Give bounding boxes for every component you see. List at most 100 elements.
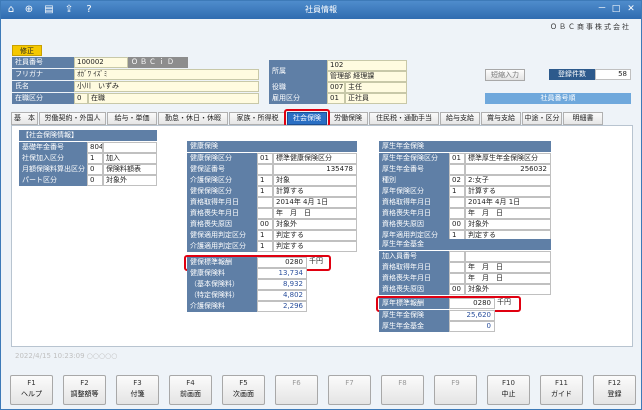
- fkey-f3[interactable]: F3 付箋: [116, 375, 159, 405]
- close-icon[interactable]: ✕: [624, 3, 638, 16]
- health-amount-value: 4,802: [257, 290, 307, 301]
- fund-row-code[interactable]: [449, 273, 465, 284]
- fund-row-label: 資格取得年月日: [379, 262, 449, 273]
- left-row-code[interactable]: 1: [87, 153, 103, 164]
- emp-no-field[interactable]: 100002: [74, 57, 128, 68]
- pension-row-value: 年 月 日: [465, 208, 551, 219]
- fkey-number: F7: [345, 379, 354, 387]
- pension-row-code[interactable]: [449, 208, 465, 219]
- tab-family-tax[interactable]: 家族・所得税: [229, 112, 286, 125]
- health-row-label: 介護適用判定区分: [187, 241, 257, 252]
- health-row-code[interactable]: [257, 197, 273, 208]
- tab-statement[interactable]: 明細書: [563, 112, 603, 125]
- left-row-code[interactable]: 0: [87, 164, 103, 175]
- health-row-code[interactable]: [257, 208, 273, 219]
- fkey-f7[interactable]: F7: [328, 375, 371, 405]
- dept-name: 管理部 経理課: [327, 71, 407, 82]
- health-row-code[interactable]: [257, 164, 273, 175]
- left-row-value: 保険料額表: [103, 164, 157, 175]
- title-bar: ⌂ ⊕ ▤ ⇪ ? 社員情報 － □ ✕: [1, 1, 641, 19]
- name-label: 氏名: [12, 81, 74, 92]
- pension-row-value: 256032: [465, 164, 551, 175]
- fkey-f10[interactable]: F10 中止: [487, 375, 530, 405]
- left-row-code[interactable]: 8045914050: [87, 142, 103, 153]
- fkey-label: 次画面: [233, 390, 254, 398]
- left-row-code[interactable]: 0: [87, 175, 103, 186]
- maximize-icon[interactable]: □: [609, 3, 623, 16]
- health-row-label: 介護保険区分: [187, 175, 257, 186]
- short-input-button[interactable]: 短縮入力: [485, 69, 525, 81]
- health-row-value: 判定する: [273, 241, 357, 252]
- pension-row-code[interactable]: 02: [449, 175, 465, 186]
- fkey-number: F3: [133, 379, 142, 387]
- tab-labor-contract[interactable]: 労働契約・外国人: [39, 112, 106, 125]
- health-row-code[interactable]: 1: [257, 175, 273, 186]
- pension-row-value: 対象外: [465, 219, 551, 230]
- health-row-code[interactable]: 01: [257, 153, 273, 164]
- fund-row-code[interactable]: [449, 251, 465, 262]
- fund-row-value: 対象外: [465, 284, 551, 295]
- pension-row-code[interactable]: 00: [449, 219, 465, 230]
- tab-labor-insurance[interactable]: 労働保険: [328, 112, 368, 125]
- fund-row-value: [465, 251, 551, 262]
- health-amount-label: （基本保険料）: [187, 279, 257, 290]
- fkey-f6[interactable]: F6: [275, 375, 318, 405]
- tab-midterm[interactable]: 中途・区分: [522, 112, 562, 125]
- fkey-f4[interactable]: F4 前画面: [169, 375, 212, 405]
- health-row-code[interactable]: 00: [257, 219, 273, 230]
- left-row-label: 基礎年金番号: [19, 142, 87, 153]
- pension-row-code[interactable]: 1: [449, 186, 465, 197]
- health-row-value: 計算する: [273, 186, 357, 197]
- tab-salary[interactable]: 給与・単価: [107, 112, 157, 125]
- pension-row-code[interactable]: [449, 197, 465, 208]
- fkey-label: ガイド: [551, 390, 572, 398]
- fkey-f8[interactable]: F8: [381, 375, 424, 405]
- health-row-value: 標準健康保険区分: [273, 153, 357, 164]
- fund-row-code[interactable]: 00: [449, 284, 465, 295]
- health-row-label: 資格喪失原因: [187, 219, 257, 230]
- pension-row-label: 資格喪失年月日: [379, 208, 449, 219]
- health-row-code[interactable]: 1: [257, 241, 273, 252]
- pension-row-code[interactable]: [449, 164, 465, 175]
- pension-row-code[interactable]: 01: [449, 153, 465, 164]
- tab-attendance[interactable]: 勤怠・休日・休暇: [158, 112, 228, 125]
- post-name: 主任: [345, 82, 407, 93]
- left-row-label: 月額保険料算出区分: [19, 164, 87, 175]
- fkey-number: F4: [186, 379, 195, 387]
- tab-resident-tax[interactable]: 住民税・通勤手当: [369, 112, 439, 125]
- fkey-number: F1: [27, 379, 36, 387]
- tab-basic[interactable]: 基 本: [11, 112, 38, 125]
- status-label: 在職区分: [12, 93, 74, 104]
- fkey-number: F10: [502, 379, 515, 387]
- fkey-number: F9: [451, 379, 460, 387]
- tab-salary-payment[interactable]: 給与支給: [440, 112, 480, 125]
- fkey-number: F11: [555, 379, 568, 387]
- fund-row-code[interactable]: [449, 262, 465, 273]
- fkey-f9[interactable]: F9: [434, 375, 477, 405]
- pension-row-label: 厚生年金番号: [379, 164, 449, 175]
- health-row-value: 2014年 4月 1日: [273, 197, 357, 208]
- fkey-label: 登録: [607, 390, 622, 398]
- fkey-f2[interactable]: F2 調整額等: [63, 375, 106, 405]
- fund-row-value: 年 月 日: [465, 262, 551, 273]
- health-row-value: 年 月 日: [273, 208, 357, 219]
- fkey-f12[interactable]: F12 登録: [593, 375, 636, 405]
- minimize-icon[interactable]: －: [595, 3, 609, 16]
- fkey-label: 中止: [501, 390, 516, 398]
- pension-row-value: 計算する: [465, 186, 551, 197]
- pension-row-value: 2014年 4月 1日: [465, 197, 551, 208]
- fund-row-label: 資格喪失年月日: [379, 273, 449, 284]
- health-row-code[interactable]: 1: [257, 186, 273, 197]
- fkey-f1[interactable]: F1 ヘルプ: [10, 375, 53, 405]
- health-amount-label: 健康保険料: [187, 268, 257, 279]
- fkey-f5[interactable]: F5 次画面: [222, 375, 265, 405]
- reg-count-label: 登録件数: [549, 69, 595, 80]
- pension-amount-label: 厚生年金基金: [379, 321, 449, 332]
- mode-badge: 修正: [12, 45, 42, 56]
- post-label: 役職: [269, 82, 327, 93]
- tab-bonus-payment[interactable]: 賞与支給: [481, 112, 521, 125]
- fkey-f11[interactable]: F11 ガイド: [540, 375, 583, 405]
- fkey-number: F12: [608, 379, 621, 387]
- health-row-code[interactable]: 1: [257, 230, 273, 241]
- reg-count-value: 58: [595, 69, 631, 80]
